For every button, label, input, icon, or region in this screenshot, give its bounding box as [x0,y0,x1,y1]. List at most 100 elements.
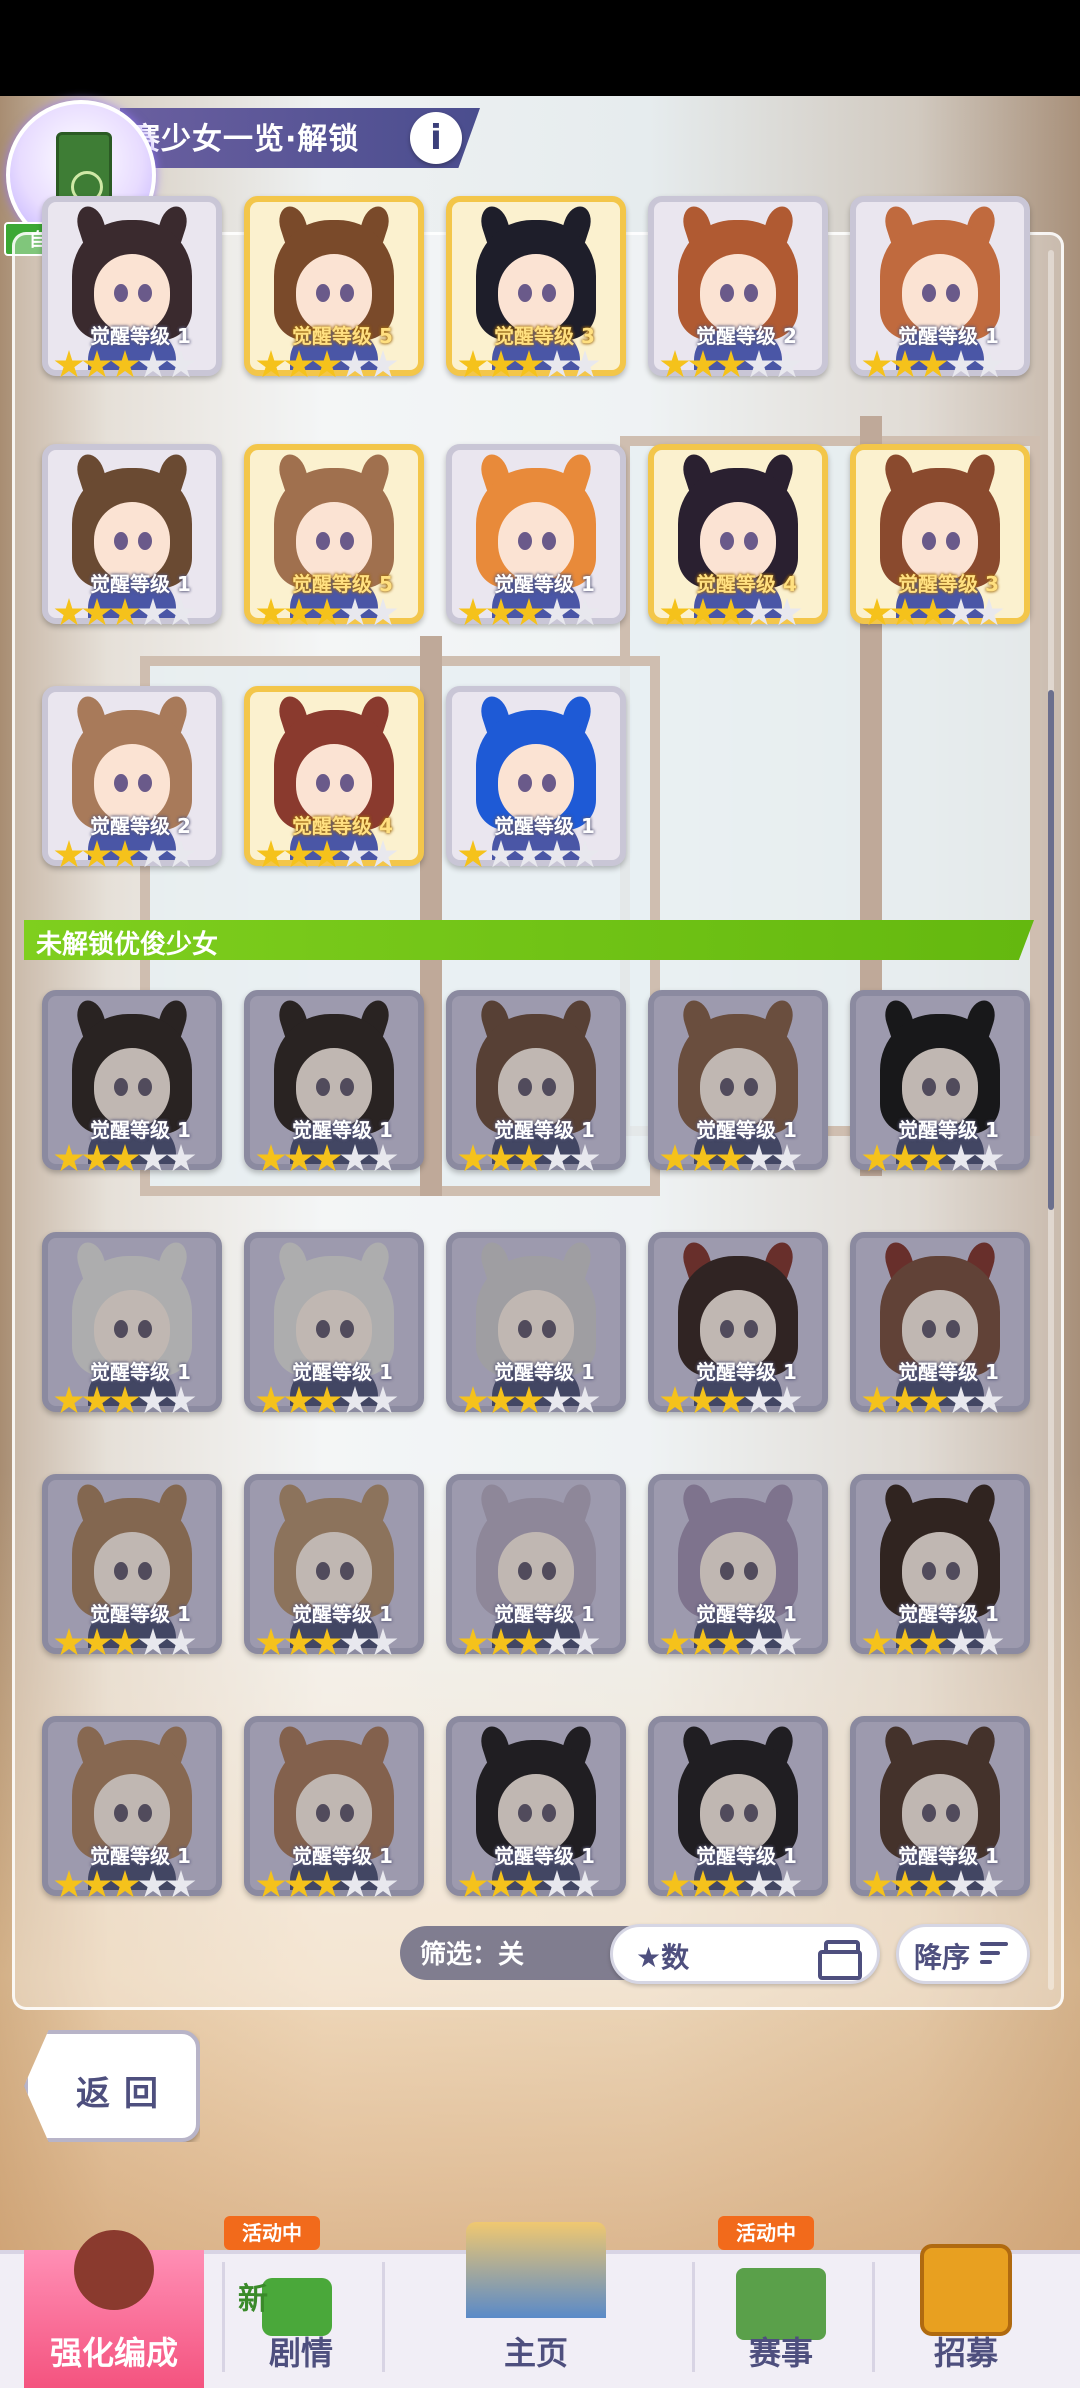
star-icon [110,350,140,378]
nav-race[interactable]: 赛事 [696,2250,866,2388]
star-icon [974,1386,1004,1414]
star-icon [256,1870,286,1898]
character-card[interactable]: 觉醒等级 1 [244,990,424,1172]
character-card[interactable]: 觉醒等级 1 [850,1474,1030,1656]
star-icon [486,1386,516,1414]
character-card[interactable]: 觉醒等级 4 [648,444,828,626]
info-button[interactable]: i [410,112,462,164]
star-rating [458,1870,600,1900]
character-card[interactable]: 觉醒等级 1 [648,1716,828,1898]
nav-gacha[interactable]: 招募 [876,2244,1056,2388]
star-icon [862,1386,892,1414]
star-icon [744,350,774,378]
star-icon [458,598,488,626]
character-chibi-icon [74,2230,154,2310]
nav-story[interactable]: 新 剧情 [226,2250,376,2388]
character-card[interactable]: 觉醒等级 1 [446,1716,626,1898]
character-card[interactable]: 觉醒等级 3 [850,444,1030,626]
star-icon [82,1870,112,1898]
character-card[interactable]: 觉醒等级 1 [850,1716,1030,1898]
star-icon [716,1144,746,1172]
card-frame [648,444,828,624]
nav-home-label: 主页 [503,2334,568,2372]
star-icon [974,1870,1004,1898]
character-card[interactable]: 觉醒等级 1 [648,990,828,1172]
awakening-level: 觉醒等级 4 [292,814,393,838]
character-card[interactable]: 觉醒等级 1 [42,196,222,378]
star-icon [166,1144,196,1172]
character-card[interactable]: 觉醒等级 1 [648,1232,828,1414]
character-card[interactable]: 觉醒等级 1 [42,1716,222,1898]
awakening-level: 觉醒等级 1 [90,1360,191,1384]
star-icon [570,1386,600,1414]
star-icon [458,1144,488,1172]
character-card[interactable]: 觉醒等级 1 [244,1474,424,1656]
star-icon [138,1628,168,1656]
star-icon [340,350,370,378]
character-card[interactable]: 觉醒等级 5 [244,444,424,626]
star-icon [312,1144,342,1172]
character-card[interactable]: 觉醒等级 4 [244,686,424,868]
character-card[interactable]: 觉醒等级 1 [446,1474,626,1656]
character-card[interactable]: 觉醒等级 3 [446,196,626,378]
character-card[interactable]: 觉醒等级 1 [446,686,626,868]
scrollbar-thumb[interactable] [1048,690,1054,1210]
character-card[interactable]: 觉醒等级 1 [244,1232,424,1414]
star-icon [138,840,168,868]
school-building-icon [466,2222,606,2318]
awakening-level: 觉醒等级 1 [90,1118,191,1142]
card-frame [446,1232,626,1412]
character-card[interactable]: 觉醒等级 1 [446,990,626,1172]
star-icon [284,1628,314,1656]
star-icon [82,1628,112,1656]
star-icon [862,1144,892,1172]
awakening-level: 觉醒等级 2 [90,814,191,838]
star-icon [166,350,196,378]
star-icon [772,1144,802,1172]
character-card[interactable]: 觉醒等级 1 [446,444,626,626]
character-card[interactable]: 觉醒等级 1 [850,196,1030,378]
star-icon [312,598,342,626]
star-icon [82,1386,112,1414]
star-icon [368,1870,398,1898]
star-icon [542,598,572,626]
character-card[interactable]: 觉醒等级 1 [42,444,222,626]
card-frame [446,444,626,624]
character-card[interactable]: 觉醒等级 5 [244,196,424,378]
character-card[interactable]: 觉醒等级 1 [244,1716,424,1898]
star-rating [862,1144,1004,1174]
card-frame [648,1474,828,1654]
character-card[interactable]: 觉醒等级 1 [850,1232,1030,1414]
awakening-level: 觉醒等级 1 [696,1360,797,1384]
nav-home[interactable]: 主页 [386,2222,686,2388]
star-icon [82,1144,112,1172]
star-icon [312,1386,342,1414]
star-icon [918,1144,948,1172]
character-card[interactable]: 觉醒等级 1 [850,990,1030,1172]
star-icon [340,1386,370,1414]
character-card[interactable]: 觉醒等级 1 [42,990,222,1172]
star-icon [138,1870,168,1898]
star-icon [974,1628,1004,1656]
awakening-level: 觉醒等级 1 [292,1118,393,1142]
star-icon [744,1386,774,1414]
awakening-level: 觉醒等级 5 [292,324,393,348]
star-icon [110,598,140,626]
star-icon [660,1870,690,1898]
star-icon [570,1628,600,1656]
sort-lines-icon [980,1942,1008,1966]
star-icon [138,350,168,378]
star-icon [688,1386,718,1414]
character-card[interactable]: 觉醒等级 2 [42,686,222,868]
card-frame [244,686,424,866]
star-icon [256,350,286,378]
character-card[interactable]: 觉醒等级 1 [648,1474,828,1656]
character-card[interactable]: 觉醒等级 1 [42,1232,222,1414]
character-card[interactable]: 觉醒等级 1 [42,1474,222,1656]
nav-enhance[interactable]: 强化编成 [24,2230,204,2388]
star-icon [458,1870,488,1898]
card-frame [446,990,626,1170]
character-card[interactable]: 觉醒等级 1 [446,1232,626,1414]
character-card[interactable]: 觉醒等级 2 [648,196,828,378]
star-rating [660,1870,802,1900]
